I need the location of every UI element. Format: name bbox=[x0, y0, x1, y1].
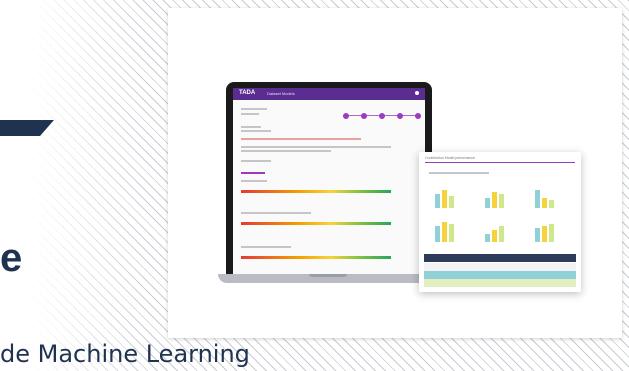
mini-bar bbox=[542, 226, 547, 242]
score-gradient-bar bbox=[241, 222, 391, 225]
mini-bar-chart bbox=[529, 218, 561, 244]
mini-bar bbox=[435, 226, 440, 242]
laptop-mockup: TADA Dataset Models bbox=[218, 82, 440, 283]
mini-bar bbox=[549, 224, 554, 242]
user-avatar-icon bbox=[415, 91, 419, 95]
blurred-text bbox=[241, 212, 311, 214]
blurred-text bbox=[241, 130, 271, 132]
app-header-bar: TADA Dataset Models bbox=[233, 88, 425, 100]
table-header-row bbox=[424, 254, 576, 262]
mini-bar-chart bbox=[479, 184, 511, 210]
mini-bar bbox=[549, 200, 554, 208]
mini-bar bbox=[449, 224, 454, 242]
mini-bar bbox=[492, 230, 497, 242]
mini-bar bbox=[535, 190, 540, 208]
timeline-step bbox=[397, 113, 403, 119]
mini-bar-chart bbox=[429, 184, 461, 210]
timeline-step bbox=[343, 113, 349, 119]
analytics-panel: Contribution Model performance bbox=[419, 152, 581, 292]
accent-bar bbox=[0, 120, 54, 136]
mini-bar bbox=[485, 198, 490, 208]
mini-bar bbox=[499, 226, 504, 242]
mini-bar-chart bbox=[479, 218, 511, 244]
mini-bar bbox=[499, 194, 504, 208]
blurred-text bbox=[429, 172, 489, 174]
blurred-text bbox=[241, 180, 267, 182]
blurred-text bbox=[241, 108, 267, 110]
mini-bar bbox=[449, 196, 454, 208]
app-logo: TADA bbox=[239, 90, 256, 96]
background-fade bbox=[0, 0, 150, 371]
blurred-text bbox=[241, 146, 391, 148]
progress-timeline bbox=[343, 108, 423, 119]
panel-caption: Contribution Model performance bbox=[425, 156, 475, 160]
laptop-notch bbox=[309, 274, 347, 277]
app-nav-links: Dataset Models bbox=[267, 91, 295, 96]
timeline-step bbox=[379, 113, 385, 119]
table-row bbox=[424, 271, 576, 279]
laptop-base bbox=[218, 274, 440, 283]
blurred-text bbox=[241, 138, 361, 140]
mini-bar bbox=[442, 190, 447, 208]
timeline-step bbox=[361, 113, 367, 119]
panel-divider bbox=[425, 162, 575, 163]
mini-bar bbox=[542, 198, 547, 208]
score-gradient-bar bbox=[241, 190, 391, 193]
blurred-text bbox=[241, 113, 259, 115]
table-row bbox=[424, 279, 576, 287]
subtitle-text: de Machine Learning bbox=[0, 340, 250, 368]
timeline-step bbox=[415, 113, 421, 119]
blurred-text bbox=[241, 150, 331, 152]
table-row bbox=[424, 263, 576, 271]
mini-bar bbox=[485, 234, 490, 242]
mini-bar bbox=[492, 192, 497, 208]
hero-banner: e de Machine Learning TADA Dataset Model… bbox=[0, 0, 629, 371]
mini-bar-chart bbox=[529, 184, 561, 210]
mini-bar bbox=[435, 194, 440, 208]
blurred-text bbox=[241, 172, 265, 174]
mini-bar-chart bbox=[429, 218, 461, 244]
blurred-text bbox=[241, 126, 261, 128]
laptop-lid: TADA Dataset Models bbox=[226, 82, 432, 276]
heading-fragment: e bbox=[0, 236, 23, 280]
mini-bar bbox=[535, 228, 540, 242]
mini-bar bbox=[442, 222, 447, 242]
blurred-text bbox=[241, 160, 271, 162]
results-table bbox=[424, 254, 576, 288]
laptop-screen: TADA Dataset Models bbox=[233, 88, 425, 274]
score-gradient-bar bbox=[241, 256, 391, 259]
blurred-text bbox=[241, 246, 291, 248]
